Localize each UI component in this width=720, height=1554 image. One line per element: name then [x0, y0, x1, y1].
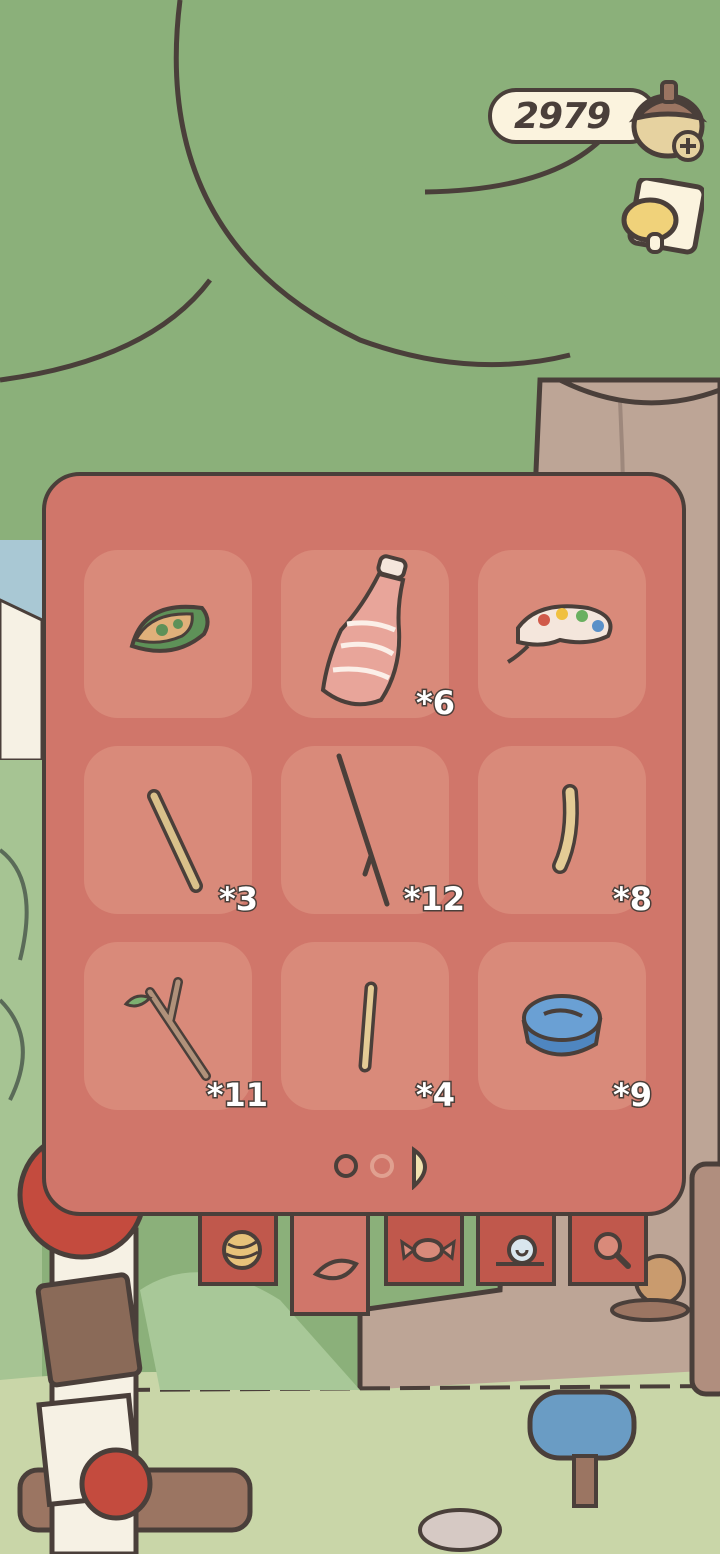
- item-count: *6: [415, 683, 457, 724]
- item-slot[interactable]: *11: [84, 942, 270, 1116]
- page-dot[interactable]: [370, 1154, 394, 1178]
- tab-yarn[interactable]: [198, 1216, 278, 1286]
- item-slot[interactable]: *3: [84, 746, 260, 920]
- item-count: *11: [205, 1075, 269, 1116]
- item-slot[interactable]: *9: [478, 942, 654, 1116]
- tab-candy[interactable]: [384, 1216, 464, 1286]
- item-slot[interactable]: [478, 550, 646, 718]
- item-slot[interactable]: *4: [281, 942, 457, 1116]
- leaf-icon: [312, 1258, 359, 1281]
- acorn-icon[interactable]: [628, 74, 712, 164]
- tab-search[interactable]: [568, 1216, 648, 1286]
- item-count: *12: [402, 879, 466, 920]
- item-slot[interactable]: *12: [281, 746, 467, 920]
- item-count: *4: [415, 1075, 457, 1116]
- item-count: *8: [612, 879, 654, 920]
- item-slot[interactable]: *6: [281, 550, 457, 724]
- snail-icon: [496, 1235, 544, 1266]
- item-count: *3: [218, 879, 260, 920]
- acorn-count-value: 2979: [514, 96, 611, 137]
- item-slot[interactable]: *8: [478, 746, 654, 920]
- yarn-ball-icon: [222, 1230, 262, 1270]
- dumpling-icon: [129, 604, 210, 653]
- item-slot[interactable]: [84, 550, 252, 718]
- page-dot[interactable]: [334, 1154, 358, 1178]
- item-count: *9: [612, 1075, 654, 1116]
- paint-palette-icon: [506, 604, 613, 664]
- candy-icon: [400, 1238, 456, 1262]
- tab-snail[interactable]: [476, 1216, 556, 1286]
- tab-leaf[interactable]: [290, 1216, 370, 1316]
- page-dot-current[interactable]: [412, 1146, 427, 1190]
- page-indicator[interactable]: [330, 1146, 440, 1190]
- search-icon: [594, 1232, 631, 1269]
- plus-icon[interactable]: [672, 130, 704, 162]
- bell-note-icon[interactable]: [618, 178, 704, 260]
